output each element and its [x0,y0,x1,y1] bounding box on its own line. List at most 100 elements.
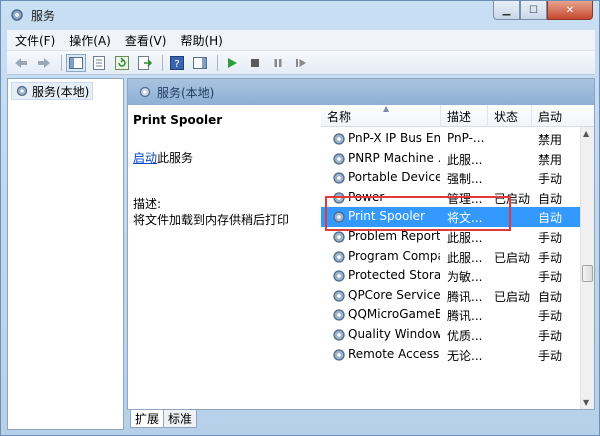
column-desc-label: 描述 [447,109,472,124]
details-header-label: 服务(本地) [157,85,215,100]
services-list: ▲ 名称 描述 状态 启动 PnP-X IP Bus En... PnP-... 禁… [321,105,594,409]
column-header-status[interactable]: 状态 [488,105,532,127]
service-description-cell: 此服... [447,231,483,245]
maximize-button[interactable]: ☐ [520,1,547,20]
minimize-icon: ▁ [502,4,511,16]
forward-button[interactable] [34,54,54,72]
start-service-button[interactable] [222,54,242,72]
services-gear-icon [11,9,23,21]
menu-action[interactable]: 操作(A) [69,32,111,49]
selected-service-name: Print Spooler [133,113,223,127]
service-startup-cell: 禁用 [538,133,563,147]
service-description-cell: 无论... [447,348,483,363]
service-gear-icon [333,133,345,145]
tab-standard[interactable]: 标准 [163,410,198,428]
title-bar[interactable]: 服务 ▁ ☐ ✕ [1,1,599,30]
stop-icon [251,58,259,67]
service-row[interactable]: Remote Access ... 无论... 手动 [321,345,580,365]
resume-service-button[interactable] [291,54,311,72]
service-description-cell: PnP-... [447,131,485,145]
service-name-cell: Problem Report... [348,229,440,243]
play-icon [228,57,237,68]
service-name-cell: Program Compa... [348,248,440,263]
stop-service-button[interactable] [245,54,265,72]
service-startup-cell: 自动 [538,289,563,304]
service-row[interactable]: PNRP Machine ... 此服... 禁用 [321,149,580,169]
window-title: 服务 [31,9,56,23]
service-name-cell: QPCore Service [348,287,440,302]
toolbar-separator [162,54,163,71]
maximize-icon: ☐ [529,4,538,16]
show-action-pane-button[interactable] [190,54,210,72]
service-row[interactable]: Protected Storage 为敏... 手动 [321,266,580,286]
service-name-cell: QQMicroGameB... [348,307,440,322]
service-startup-cell: 手动 [538,329,563,343]
service-startup-cell: 手动 [538,250,563,265]
column-status-label: 状态 [494,109,519,124]
tree-item-label: 服务(本地) [32,84,90,99]
service-description-cell: 为敏... [447,270,483,285]
scroll-thumb[interactable] [582,265,593,282]
help-button[interactable]: ? [167,54,187,72]
vertical-scrollbar[interactable]: ▲ ▼ [580,127,594,409]
description-text: 将文件加载到内存供稍后打印 [133,213,290,227]
service-startup-cell: 手动 [538,231,563,245]
console-tree-pane: 服务(本地) [7,78,124,430]
service-startup-cell: 手动 [538,348,563,363]
column-startup-label: 启动 [538,109,563,124]
export-icon [138,55,152,70]
service-gear-icon [333,250,345,263]
column-header-name[interactable]: ▲ 名称 [321,105,441,127]
service-description-cell: 腾讯... [447,289,483,304]
scroll-down-icon[interactable]: ▼ [583,398,589,407]
export-list-button[interactable] [135,54,155,72]
service-gear-icon [333,348,345,361]
scroll-up-icon[interactable]: ▲ [583,129,589,138]
close-button[interactable]: ✕ [547,1,593,20]
highlight-annotation-box [325,196,511,231]
column-header-description[interactable]: 描述 [441,105,488,127]
menu-help[interactable]: 帮助(H) [180,32,222,49]
extended-description-pane: Print Spooler 启动此服务 描述: 将文件加载到内存供稍后打印 [128,105,321,409]
service-description-cell: 强制... [447,172,483,187]
tab-extended[interactable]: 扩展 [130,410,165,428]
service-name-cell: PnP-X IP Bus En... [348,131,440,145]
column-header-startup-type[interactable]: 启动 [532,105,594,127]
service-gear-icon [333,270,345,282]
pause-service-button[interactable] [268,54,288,72]
toolbar: ? [7,51,595,75]
start-service-link[interactable]: 启动 [133,151,157,165]
refresh-button[interactable] [112,54,132,72]
menu-file[interactable]: 文件(F) [15,32,55,49]
minimize-button[interactable]: ▁ [493,1,520,20]
service-status-cell: 已启动 [494,289,531,304]
column-header-row: ▲ 名称 描述 状态 启动 [321,105,594,127]
service-startup-cell: 禁用 [538,152,563,167]
service-startup-cell: 手动 [538,270,563,285]
show-tree-button[interactable] [66,53,86,72]
service-description-cell: 此服... [447,152,483,167]
service-gear-icon [333,329,345,341]
help-icon: ? [170,55,184,70]
service-row[interactable]: QPCore Service 腾讯... 已启动 自动 [321,286,580,306]
service-name-cell: Portable Device ... [348,170,440,185]
service-row[interactable]: Quality Windows... 优质... 手动 [321,325,580,345]
service-startup-cell: 自动 [538,211,563,226]
service-gear-icon [333,309,345,322]
start-service-suffix: 此服务 [157,151,194,165]
service-row[interactable]: Program Compa... 此服... 已启动手动 [321,247,580,267]
sort-ascending-icon: ▲ [383,105,390,113]
service-row[interactable]: PnP-X IP Bus En... PnP-... 禁用 [321,129,580,149]
menu-bar: 文件(F) 操作(A) 查看(V) 帮助(H) [7,30,595,51]
service-row[interactable]: QQMicroGameB... 腾讯... 手动 [321,305,580,325]
toolbar-separator [217,54,218,71]
services-window: 服务 ▁ ☐ ✕ 文件(F) 操作(A) 查看(V) 帮助(H) ? 服务(本地… [0,0,600,436]
service-gear-icon [333,172,345,184]
tree-item-services-local[interactable]: 服务(本地) [11,82,94,100]
properties-button[interactable] [89,54,109,72]
service-row[interactable]: Portable Device ... 强制... 手动 [321,168,580,188]
menu-view[interactable]: 查看(V) [125,32,167,49]
service-description-cell: 优质... [447,329,483,343]
action-pane-icon [193,56,207,69]
back-button[interactable] [11,54,31,72]
